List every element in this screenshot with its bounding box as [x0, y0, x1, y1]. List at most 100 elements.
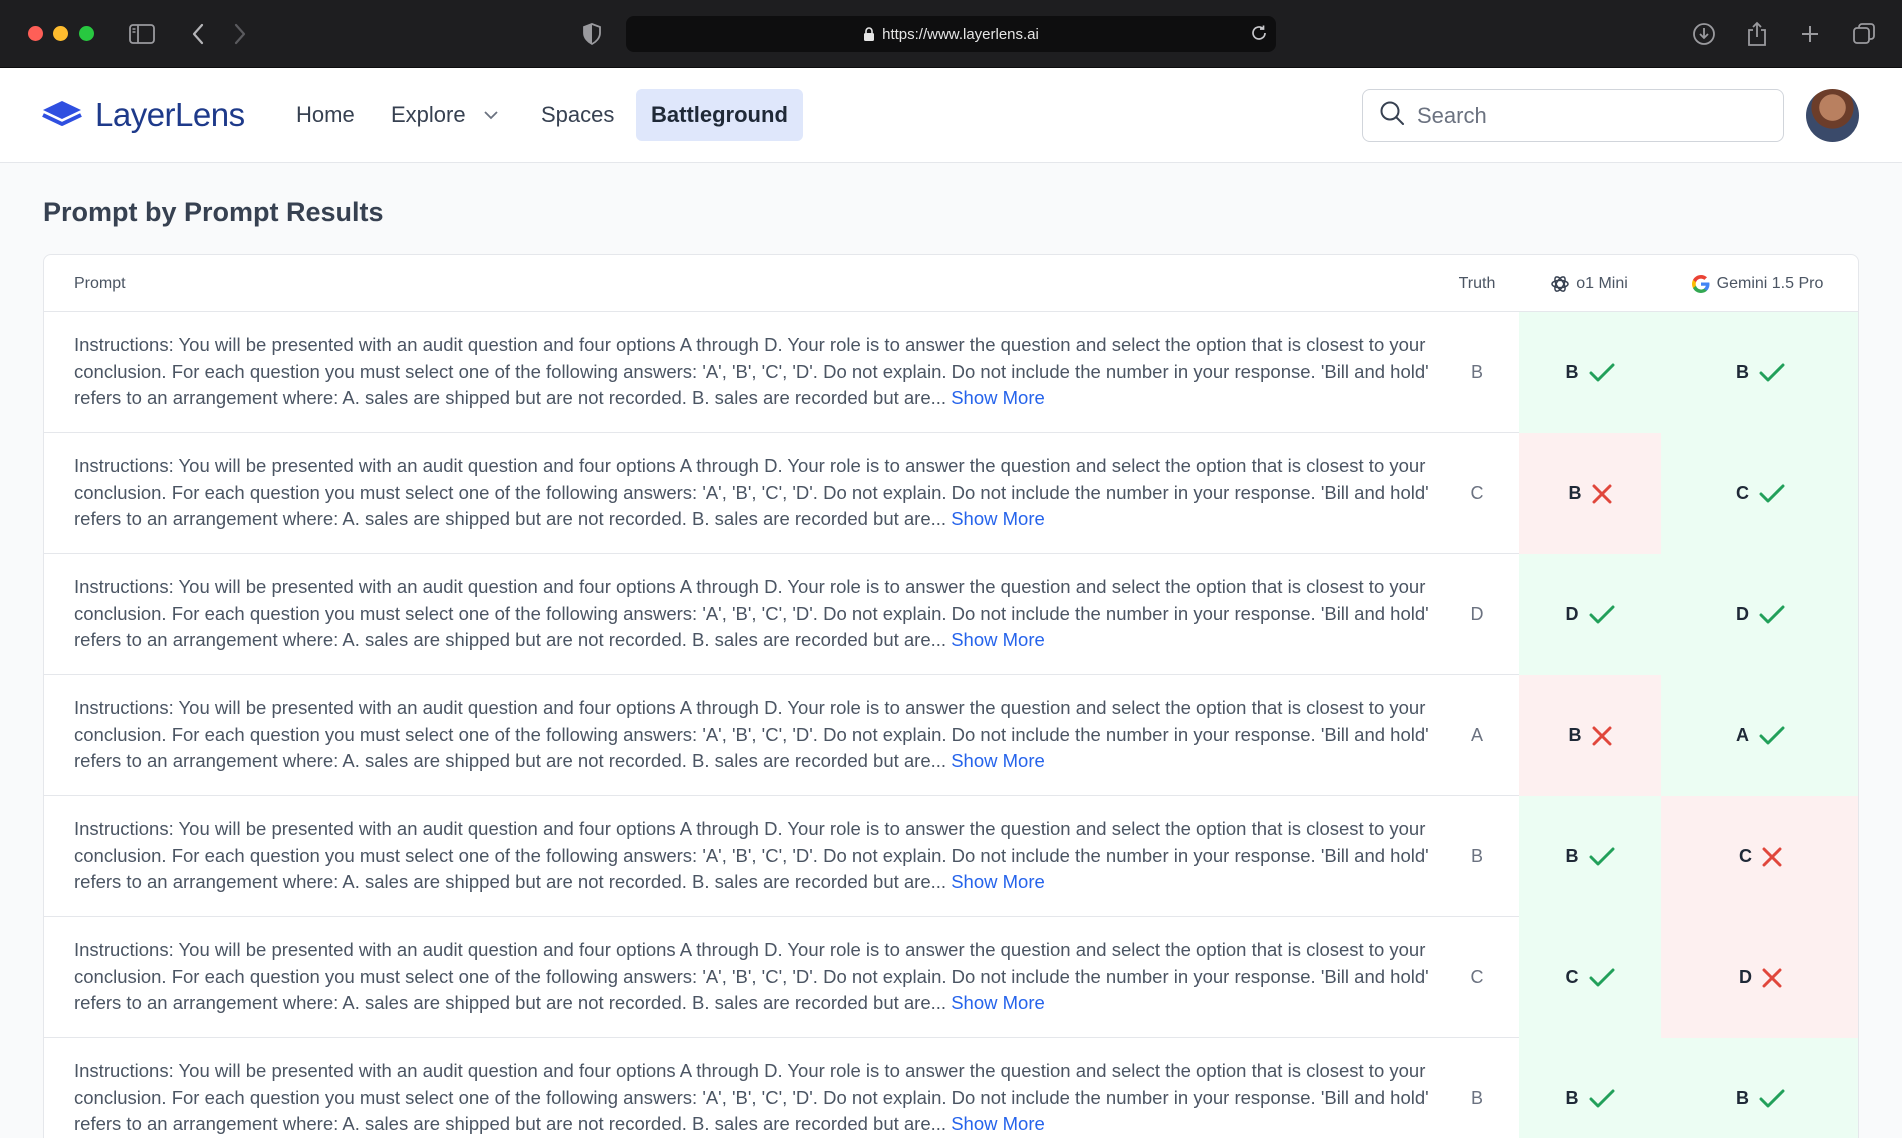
check-icon — [1589, 363, 1615, 383]
gemini-answer-cell: C — [1661, 796, 1858, 917]
download-icon[interactable] — [1690, 20, 1718, 48]
prompt-cell: Instructions: You will be presented with… — [74, 453, 1444, 533]
o1-mini-answer-cell: B — [1519, 675, 1661, 796]
truth-cell: C — [1470, 483, 1484, 503]
new-tab-icon[interactable] — [1796, 20, 1824, 48]
minimize-window-button[interactable] — [53, 26, 68, 41]
truth-cell: D — [1470, 604, 1484, 624]
search-box[interactable] — [1362, 89, 1784, 142]
prompt-text: Instructions: You will be presented with… — [74, 576, 1429, 650]
column-header-prompt: Prompt — [74, 274, 126, 292]
nav-battleground[interactable]: Battleground — [636, 89, 803, 141]
x-icon — [1592, 484, 1612, 504]
chevron-down-icon — [483, 110, 498, 120]
check-icon — [1759, 484, 1785, 504]
gemini-answer-cell: C — [1661, 433, 1858, 554]
x-icon — [1592, 726, 1612, 746]
show-more-link[interactable]: Show More — [951, 629, 1045, 650]
share-icon[interactable] — [1743, 20, 1771, 48]
show-more-link[interactable]: Show More — [951, 750, 1045, 771]
forward-icon[interactable] — [226, 20, 254, 48]
user-avatar[interactable] — [1806, 89, 1859, 142]
column-header-truth: Truth — [1458, 274, 1496, 292]
o1-mini-answer-cell: D — [1519, 554, 1661, 675]
prompt-cell: Instructions: You will be presented with… — [74, 332, 1444, 412]
truth-cell: C — [1470, 967, 1484, 987]
back-icon[interactable] — [184, 20, 212, 48]
close-window-button[interactable] — [28, 26, 43, 41]
table-row: Instructions: You will be presented with… — [44, 433, 1858, 554]
answer-letter: B — [1568, 725, 1582, 745]
answer-letter: B — [1565, 846, 1579, 866]
check-icon — [1589, 968, 1615, 988]
prompt-cell: Instructions: You will be presented with… — [74, 937, 1444, 1017]
truth-cell: B — [1470, 1088, 1483, 1108]
google-logo-icon — [1691, 274, 1711, 294]
tab-overview-icon[interactable] — [1850, 20, 1878, 48]
main-content: Prompt by Prompt Results Prompt Truth o1… — [0, 163, 1902, 1138]
prompt-text: Instructions: You will be presented with… — [74, 939, 1429, 1013]
model-2-name: Gemini 1.5 Pro — [1716, 274, 1824, 292]
check-icon — [1759, 726, 1785, 746]
show-more-link[interactable]: Show More — [951, 387, 1045, 408]
prompt-text: Instructions: You will be presented with… — [74, 334, 1429, 408]
show-more-link[interactable]: Show More — [951, 871, 1045, 892]
column-header-gemini: Gemini 1.5 Pro — [1663, 255, 1851, 312]
prompt-cell: Instructions: You will be presented with… — [74, 1058, 1444, 1138]
table-row: Instructions: You will be presented with… — [44, 554, 1858, 675]
sidebar-toggle-icon[interactable] — [128, 20, 156, 48]
prompt-cell: Instructions: You will be presented with… — [74, 816, 1444, 896]
openai-logo-icon — [1550, 274, 1570, 294]
gemini-answer-cell: B — [1661, 312, 1858, 433]
nav-spaces[interactable]: Spaces — [526, 89, 629, 141]
privacy-shield-icon[interactable] — [578, 20, 606, 48]
browser-titlebar: https://www.layerlens.ai — [0, 0, 1902, 68]
column-header-o1-mini: o1 Mini — [1519, 255, 1659, 312]
results-table: Prompt Truth o1 Mini Gemini 1.5 Pro Inst… — [43, 254, 1859, 1138]
app-header: LayerLens Home Explore Spaces Battlegrou… — [0, 69, 1902, 163]
prompt-text: Instructions: You will be presented with… — [74, 818, 1429, 892]
o1-mini-answer-cell: B — [1519, 1038, 1661, 1138]
answer-letter: A — [1736, 725, 1749, 745]
o1-mini-answer-cell: B — [1519, 796, 1661, 917]
check-icon — [1759, 1089, 1785, 1109]
gemini-answer-cell: A — [1661, 675, 1858, 796]
answer-letter: B — [1568, 483, 1582, 503]
prompt-cell: Instructions: You will be presented with… — [74, 695, 1444, 775]
nav-explore[interactable]: Explore — [376, 89, 513, 141]
check-icon — [1759, 363, 1785, 383]
check-icon — [1589, 605, 1615, 625]
reload-icon[interactable] — [1250, 24, 1268, 46]
maximize-window-button[interactable] — [79, 26, 94, 41]
gemini-answer-cell: D — [1661, 917, 1858, 1038]
brand-name: LayerLens — [95, 96, 245, 133]
table-row: Instructions: You will be presented with… — [44, 1038, 1858, 1138]
search-input[interactable] — [1417, 102, 1757, 129]
check-icon — [1589, 1089, 1615, 1109]
show-more-link[interactable]: Show More — [951, 508, 1045, 529]
show-more-link[interactable]: Show More — [951, 1113, 1045, 1134]
brand-logo[interactable]: LayerLens — [41, 96, 245, 134]
answer-letter: C — [1565, 967, 1579, 987]
check-icon — [1589, 847, 1615, 867]
o1-mini-answer-cell: B — [1519, 312, 1661, 433]
truth-cell: B — [1470, 362, 1483, 382]
prompt-text: Instructions: You will be presented with… — [74, 1060, 1429, 1134]
address-bar[interactable]: https://www.layerlens.ai — [626, 16, 1276, 52]
table-header: Prompt Truth o1 Mini Gemini 1.5 Pro — [44, 255, 1858, 312]
prompt-text: Instructions: You will be presented with… — [74, 455, 1429, 529]
nav-explore-label: Explore — [391, 102, 466, 127]
answer-letter: C — [1739, 846, 1752, 866]
show-more-link[interactable]: Show More — [951, 992, 1045, 1013]
o1-mini-answer-cell: B — [1519, 433, 1661, 554]
nav-battleground-label: Battleground — [651, 102, 788, 127]
prompt-cell: Instructions: You will be presented with… — [74, 574, 1444, 654]
check-icon — [1759, 605, 1785, 625]
nav-spaces-label: Spaces — [541, 102, 615, 127]
answer-letter: D — [1565, 604, 1579, 624]
model-1-name: o1 Mini — [1576, 274, 1628, 292]
table-row: Instructions: You will be presented with… — [44, 675, 1858, 796]
nav-home[interactable]: Home — [281, 89, 370, 141]
gemini-answer-cell: B — [1661, 1038, 1858, 1138]
gemini-answer-cell: D — [1661, 554, 1858, 675]
